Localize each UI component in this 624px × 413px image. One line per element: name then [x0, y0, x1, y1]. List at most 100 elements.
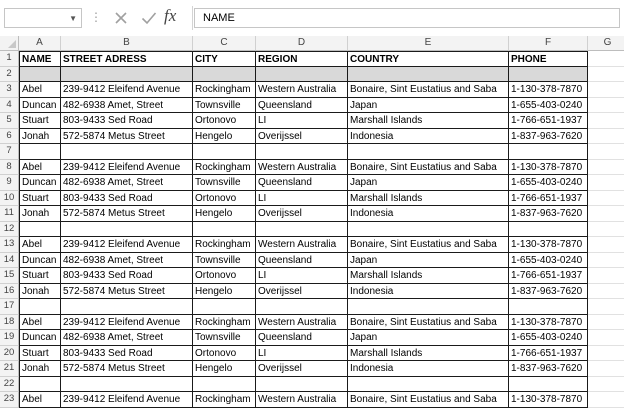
data-cell[interactable]: 482-6938 Amet, Street: [61, 97, 193, 113]
select-all-corner[interactable]: [0, 36, 19, 51]
data-cell[interactable]: Bonaire, Sint Eustatius and Saba: [348, 237, 509, 253]
data-cell[interactable]: Ortonovo: [193, 268, 256, 284]
data-cell[interactable]: Queensland: [256, 330, 348, 346]
data-cell[interactable]: 239-9412 Eleifend Avenue: [61, 82, 193, 98]
data-cell[interactable]: Townsville: [193, 97, 256, 113]
data-cell[interactable]: Bonaire, Sint Eustatius and Saba: [348, 314, 509, 330]
empty-cell[interactable]: [256, 299, 348, 315]
header-cell[interactable]: CITY: [193, 51, 256, 67]
empty-cell[interactable]: [61, 376, 193, 392]
data-cell[interactable]: Western Australia: [256, 82, 348, 98]
shaded-cell[interactable]: [509, 66, 588, 82]
data-cell[interactable]: Rockingham: [193, 82, 256, 98]
data-cell[interactable]: 239-9412 Eleifend Avenue: [61, 392, 193, 408]
empty-cell[interactable]: [348, 376, 509, 392]
data-cell[interactable]: Overijssel: [256, 128, 348, 144]
data-cell[interactable]: Indonesia: [348, 128, 509, 144]
data-cell[interactable]: 1-766-651-1937: [509, 113, 588, 129]
row-header-14[interactable]: 14: [0, 252, 19, 268]
data-cell[interactable]: 1-130-378-7870: [509, 392, 588, 408]
empty-cell[interactable]: [509, 299, 588, 315]
empty-cell[interactable]: [588, 67, 624, 82]
empty-cell[interactable]: [19, 144, 61, 160]
empty-cell[interactable]: [588, 191, 624, 206]
data-cell[interactable]: Abel: [19, 392, 61, 408]
data-cell[interactable]: Rockingham: [193, 392, 256, 408]
name-box[interactable]: ▼: [4, 8, 82, 28]
header-cell[interactable]: COUNTRY: [348, 51, 509, 67]
data-cell[interactable]: Bonaire, Sint Eustatius and Saba: [348, 159, 509, 175]
data-cell[interactable]: 1-130-378-7870: [509, 237, 588, 253]
data-cell[interactable]: Overijssel: [256, 283, 348, 299]
data-cell[interactable]: Ortonovo: [193, 190, 256, 206]
empty-cell[interactable]: [588, 82, 624, 98]
data-cell[interactable]: Abel: [19, 159, 61, 175]
empty-cell[interactable]: [588, 346, 624, 361]
column-header-c[interactable]: C: [193, 36, 256, 51]
data-cell[interactable]: Western Australia: [256, 314, 348, 330]
shaded-cell[interactable]: [193, 66, 256, 82]
shaded-cell[interactable]: [348, 66, 509, 82]
name-box-dropdown-icon[interactable]: ▼: [69, 14, 77, 23]
empty-cell[interactable]: [588, 284, 624, 299]
data-cell[interactable]: 482-6938 Amet, Street: [61, 330, 193, 346]
data-cell[interactable]: 803-9433 Sed Road: [61, 190, 193, 206]
data-cell[interactable]: Abel: [19, 314, 61, 330]
data-cell[interactable]: 1-766-651-1937: [509, 190, 588, 206]
row-header-12[interactable]: 12: [0, 221, 19, 237]
data-cell[interactable]: 803-9433 Sed Road: [61, 113, 193, 129]
row-header-7[interactable]: 7: [0, 144, 19, 160]
empty-cell[interactable]: [588, 361, 624, 377]
insert-function-icon[interactable]: fx: [164, 6, 176, 26]
empty-cell[interactable]: [348, 221, 509, 237]
empty-cell[interactable]: [588, 160, 624, 175]
data-cell[interactable]: Hengelo: [193, 283, 256, 299]
empty-cell[interactable]: [588, 253, 624, 268]
data-cell[interactable]: Townsville: [193, 330, 256, 346]
header-cell[interactable]: STREET ADRESS: [61, 51, 193, 67]
data-cell[interactable]: LI: [256, 268, 348, 284]
row-header-6[interactable]: 6: [0, 128, 19, 144]
data-cell[interactable]: 239-9412 Eleifend Avenue: [61, 237, 193, 253]
data-cell[interactable]: LI: [256, 345, 348, 361]
row-header-19[interactable]: 19: [0, 330, 19, 346]
data-cell[interactable]: 1-130-378-7870: [509, 314, 588, 330]
empty-cell[interactable]: [256, 376, 348, 392]
row-header-4[interactable]: 4: [0, 97, 19, 113]
data-cell[interactable]: Bonaire, Sint Eustatius and Saba: [348, 82, 509, 98]
data-cell[interactable]: Duncan: [19, 252, 61, 268]
empty-cell[interactable]: [256, 144, 348, 160]
empty-cell[interactable]: [193, 144, 256, 160]
data-cell[interactable]: Rockingham: [193, 314, 256, 330]
header-cell[interactable]: NAME: [19, 51, 61, 67]
data-cell[interactable]: Hengelo: [193, 206, 256, 222]
column-header-e[interactable]: E: [348, 36, 509, 51]
data-cell[interactable]: Stuart: [19, 268, 61, 284]
data-cell[interactable]: Jonah: [19, 206, 61, 222]
data-cell[interactable]: 239-9412 Eleifend Avenue: [61, 314, 193, 330]
data-cell[interactable]: 572-5874 Metus Street: [61, 283, 193, 299]
row-header-23[interactable]: 23: [0, 392, 19, 408]
data-cell[interactable]: 572-5874 Metus Street: [61, 206, 193, 222]
data-cell[interactable]: 803-9433 Sed Road: [61, 345, 193, 361]
empty-cell[interactable]: [588, 129, 624, 144]
data-cell[interactable]: Stuart: [19, 345, 61, 361]
empty-cell[interactable]: [588, 51, 624, 67]
data-cell[interactable]: Stuart: [19, 190, 61, 206]
row-header-18[interactable]: 18: [0, 314, 19, 330]
data-cell[interactable]: Queensland: [256, 175, 348, 191]
data-cell[interactable]: Western Australia: [256, 159, 348, 175]
enter-check-icon[interactable]: [138, 6, 160, 30]
data-cell[interactable]: 1-837-963-7620: [509, 206, 588, 222]
data-cell[interactable]: Indonesia: [348, 361, 509, 377]
empty-cell[interactable]: [588, 98, 624, 113]
data-cell[interactable]: Duncan: [19, 97, 61, 113]
row-header-22[interactable]: 22: [0, 376, 19, 392]
data-cell[interactable]: Bonaire, Sint Eustatius and Saba: [348, 392, 509, 408]
row-header-11[interactable]: 11: [0, 206, 19, 222]
data-cell[interactable]: Hengelo: [193, 361, 256, 377]
row-header-16[interactable]: 16: [0, 283, 19, 299]
data-cell[interactable]: 1-837-963-7620: [509, 283, 588, 299]
data-cell[interactable]: Stuart: [19, 113, 61, 129]
empty-cell[interactable]: [348, 299, 509, 315]
